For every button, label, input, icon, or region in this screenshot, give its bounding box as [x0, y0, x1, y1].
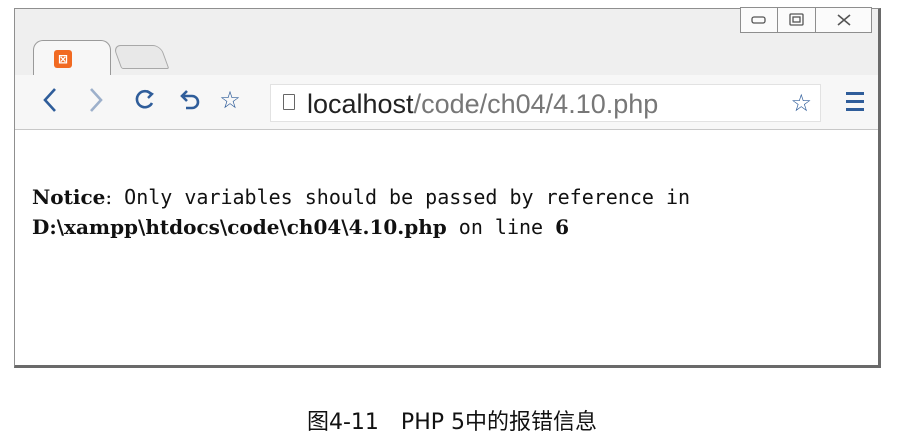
- bookmark-button[interactable]: ☆: [215, 85, 245, 115]
- title-bar: ⊠: [15, 7, 878, 77]
- notice-file-path: D:\xampp\htdocs\code\ch04\4.10.php: [32, 215, 447, 239]
- notice-on-line: on line: [446, 215, 556, 239]
- maximize-icon: [788, 13, 804, 26]
- reload-icon: [135, 89, 154, 109]
- figure-caption: 图4-11 PHP 5中的报错信息: [307, 410, 597, 435]
- xampp-logo-icon: ⊠: [54, 50, 72, 68]
- page-icon: [283, 94, 295, 110]
- forward-icon: [90, 88, 103, 112]
- close-button[interactable]: [816, 7, 872, 33]
- back-button[interactable]: [35, 85, 65, 115]
- reload-button[interactable]: [130, 85, 160, 115]
- window-controls: [740, 7, 872, 33]
- minimize-icon: [751, 16, 766, 24]
- undo-button[interactable]: [175, 85, 205, 115]
- back-icon: [43, 88, 56, 112]
- minimize-button[interactable]: [740, 7, 778, 33]
- bookmark-star-icon: ☆: [219, 86, 241, 114]
- notice-line-number: 6: [555, 215, 570, 239]
- new-tab-button[interactable]: [112, 45, 170, 69]
- close-icon: [836, 14, 851, 26]
- php-notice: Notice: Only variables should be passed …: [32, 182, 690, 242]
- address-bar[interactable]: localhost/code/ch04/4.10.php ☆: [270, 84, 821, 122]
- notice-line-1: Notice: Only variables should be passed …: [32, 182, 690, 212]
- page-content: Notice: Only variables should be passed …: [15, 130, 878, 365]
- undo-icon: [180, 90, 200, 110]
- notice-line-2: D:\xampp\htdocs\code\ch04\4.10.php on li…: [32, 212, 690, 242]
- menu-icon[interactable]: [846, 92, 864, 116]
- forward-button[interactable]: [81, 85, 111, 115]
- notice-message: Only variables should be passed by refer…: [112, 185, 691, 209]
- browser-window: ⊠ ☆ localhost/code/ch04/4.10.php ☆ Notic…: [14, 7, 881, 368]
- url-host: localhost: [307, 89, 414, 119]
- browser-toolbar: ☆ localhost/code/ch04/4.10.php ☆: [15, 75, 878, 130]
- bookmark-star-icon[interactable]: ☆: [790, 89, 812, 117]
- url-path: /code/ch04/4.10.php: [413, 89, 659, 119]
- browser-tab[interactable]: ⊠: [33, 40, 111, 77]
- notice-label: Notice: [32, 185, 106, 209]
- url-text: localhost/code/ch04/4.10.php: [307, 89, 658, 120]
- maximize-button[interactable]: [778, 7, 816, 33]
